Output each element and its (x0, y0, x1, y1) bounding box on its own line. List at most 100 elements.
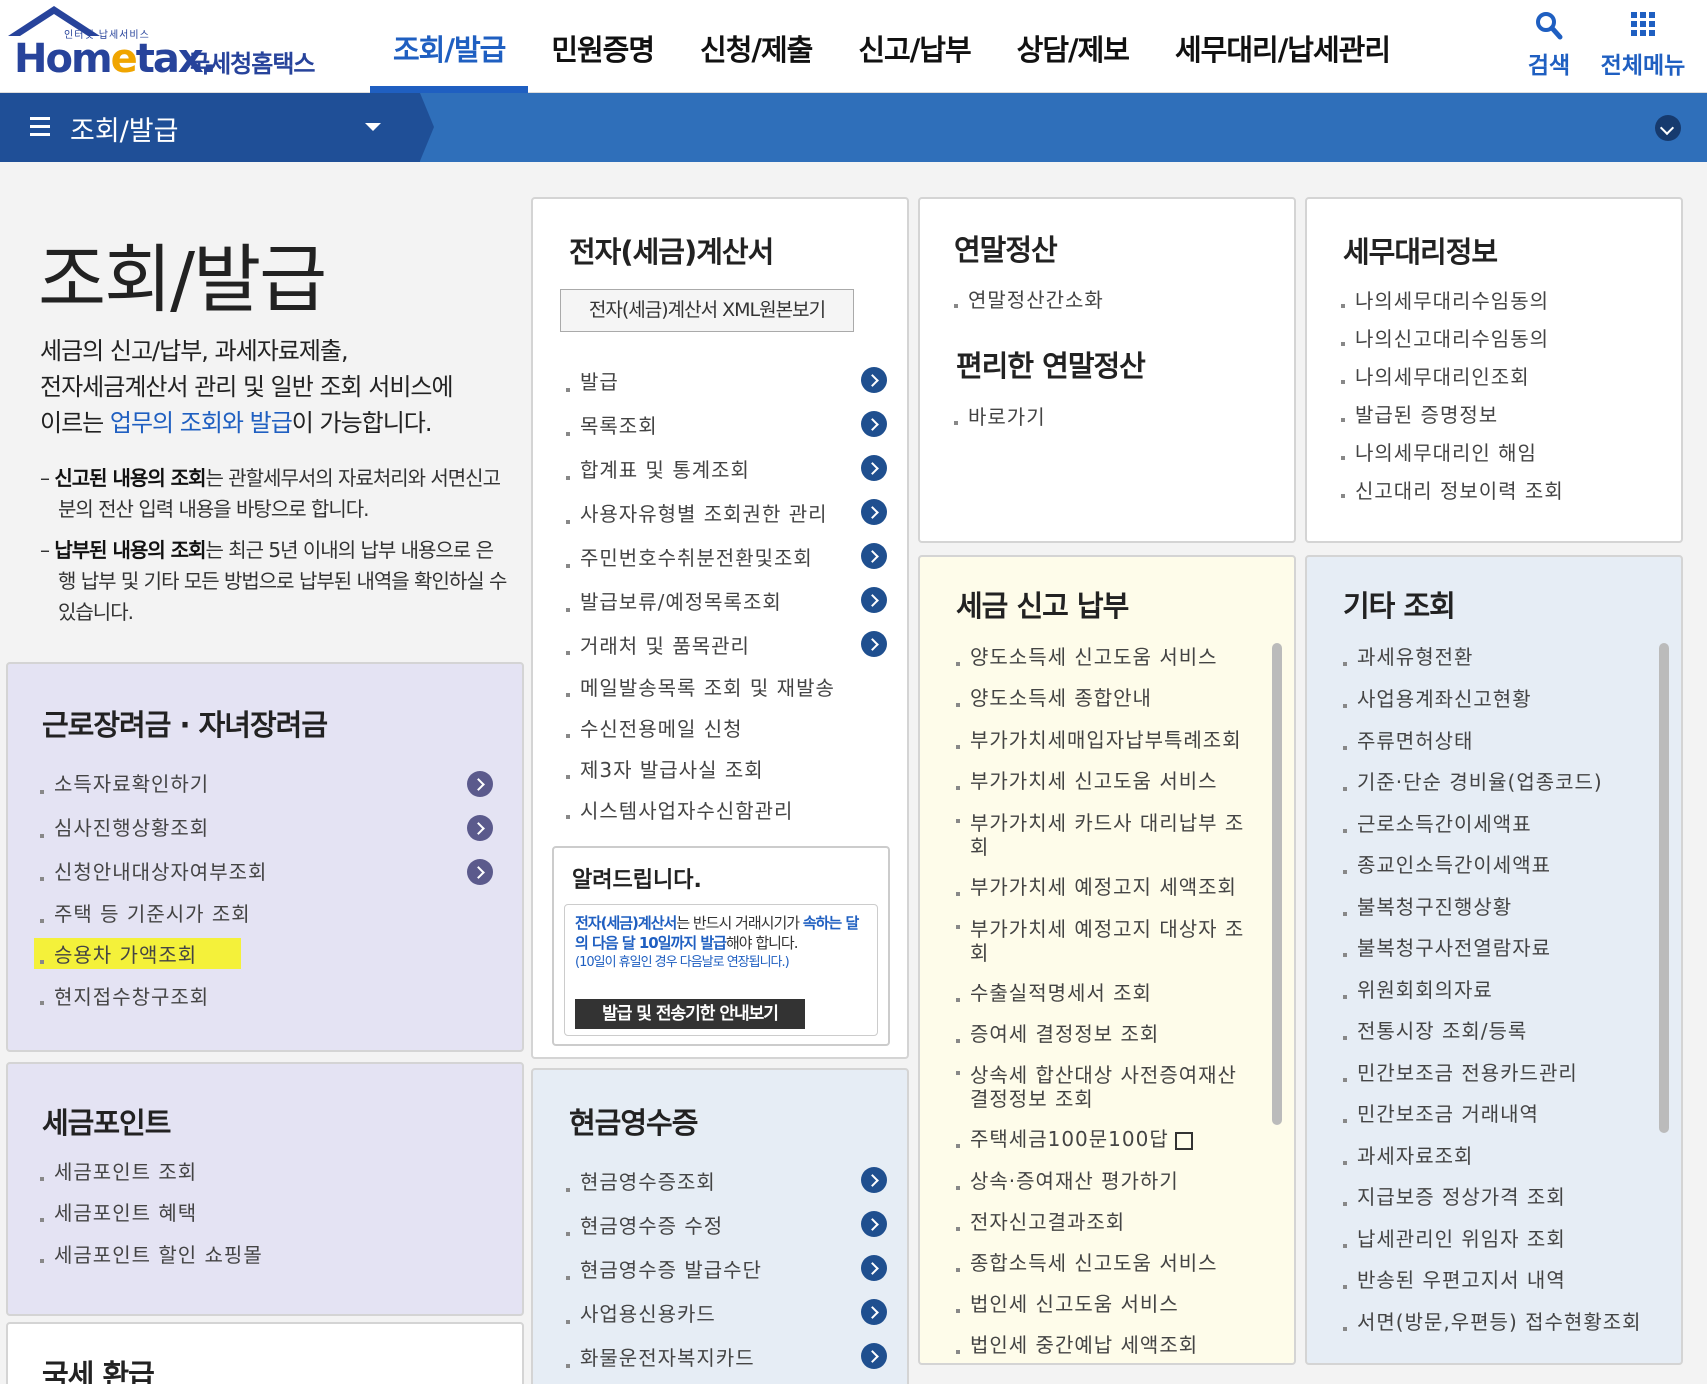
arrow-right-icon[interactable] (861, 631, 887, 657)
xml-original-button[interactable]: 전자(세금)계산서 XML원본보기 (560, 289, 854, 332)
list-item[interactable]: 연말정산간소화 (954, 284, 1104, 324)
arrow-right-icon[interactable] (861, 455, 887, 481)
list-item[interactable]: 승용차 가액조회 (40, 939, 267, 981)
list-item[interactable]: 바로가기 (954, 401, 1046, 441)
list-item[interactable]: 발급 (566, 366, 835, 410)
list-item[interactable]: 부가가치세매입자납부특례조회 (956, 724, 1244, 765)
list-item-cont[interactable]: 회 (956, 937, 1244, 977)
list-item[interactable]: 현금영수증조회 (566, 1166, 762, 1210)
list-item[interactable]: 과세유형전환 (1343, 641, 1642, 683)
list-item[interactable]: 심사진행상황조회 (40, 812, 267, 856)
list-item[interactable]: 주택세금100문100답 (956, 1123, 1244, 1165)
list-item[interactable]: 세금포인트 할인 쇼핑몰 (40, 1239, 263, 1279)
arrow-right-icon[interactable] (861, 1299, 887, 1325)
list-item[interactable]: 반송된 우편고지서 내역 (1343, 1264, 1642, 1306)
note-paid: – 납부된 내용의 조회는 최근 5년 이내의 납부 내용으로 은행 납부 및 … (40, 538, 507, 624)
list-item[interactable]: 현금영수증 수정 (566, 1210, 762, 1254)
list-item[interactable]: 부가가치세 예정고지 세액조회 (956, 871, 1244, 913)
list-item[interactable]: 사업용신용카드 (566, 1298, 762, 1342)
nav-lookup-issue[interactable]: 조회/발급 (370, 0, 529, 93)
list-item[interactable]: 주류면허상태 (1343, 725, 1642, 766)
list-item[interactable]: 사용자유형별 조회권한 관리 (566, 498, 835, 542)
arrow-right-icon[interactable] (861, 1167, 887, 1193)
list-item[interactable]: 법인세 중간예납 세액조회 (956, 1329, 1244, 1363)
arrow-right-icon[interactable] (861, 411, 887, 437)
all-menu-button[interactable]: 전체메뉴 (1600, 10, 1686, 80)
list-item[interactable]: 민간보조금 전용카드관리 (1343, 1057, 1642, 1098)
list-item[interactable]: 신청안내대상자여부조회 (40, 856, 267, 898)
list-item[interactable]: 근로소득간이세액표 (1343, 808, 1642, 849)
scrollbar[interactable] (1272, 643, 1282, 1125)
list-item[interactable]: 양도소득세 종합안내 (956, 682, 1244, 724)
list-item[interactable]: 과세자료조회 (1343, 1140, 1642, 1181)
list-item[interactable]: 제3자 발급사실 조회 (566, 754, 835, 795)
list-item[interactable]: 나의세무대리인조회 (1341, 361, 1564, 399)
list-item[interactable]: 주민번호수취분전환및조회 (566, 542, 835, 586)
list-item[interactable]: 수출실적명세서 조회 (956, 977, 1244, 1018)
list-item[interactable]: 신고대리 정보이력 조회 (1341, 475, 1564, 513)
list-item[interactable]: 발급보류/예정목록조회 (566, 586, 835, 630)
list-item[interactable]: 현금영수증 발급수단 (566, 1254, 762, 1298)
list-item[interactable]: 증여세 결정정보 조회 (956, 1018, 1244, 1059)
list-item[interactable]: 전자신고결과조회 (956, 1206, 1244, 1247)
list-item[interactable]: 나의신고대리수임동의 (1341, 323, 1564, 361)
chevron-down-icon[interactable] (1655, 115, 1681, 141)
nav-apply-submit[interactable]: 신청/제출 (677, 0, 835, 93)
hometax-logo[interactable]: 인터넷 납세서비스 Hometax. 국세청홈택스 (4, 4, 334, 88)
list-item[interactable]: 법인세 신고도움 서비스 (956, 1288, 1244, 1329)
list-item[interactable]: 불복청구사전열람자료 (1343, 932, 1642, 974)
list-item[interactable]: 위원회회의자료 (1343, 974, 1642, 1015)
nav-report-pay[interactable]: 신고/납부 (835, 0, 993, 93)
list-item[interactable]: 부가가치세 신고도움 서비스 (956, 765, 1244, 807)
list-item[interactable]: 기준·단순 경비율(업종코드) (1343, 766, 1642, 808)
sub-nav-dropdown[interactable]: 조회/발급 (0, 93, 434, 162)
arrow-right-icon[interactable] (861, 1211, 887, 1237)
arrow-right-icon[interactable] (861, 587, 887, 613)
nav-consult-report[interactable]: 상담/제보 (994, 0, 1152, 93)
list-item[interactable]: 부가가치세 예정고지 대상자 조 (956, 913, 1244, 941)
list-item[interactable]: 종교인소득간이세액표 (1343, 849, 1642, 891)
list-item[interactable]: 발급된 증명정보 (1341, 399, 1564, 437)
list-item[interactable]: 나의세무대리수임동의 (1341, 285, 1564, 323)
list-item[interactable]: 전통시장 조회/등록 (1343, 1015, 1642, 1057)
list-item[interactable]: 상속세 합산대상 사전증여재산 (956, 1059, 1244, 1087)
list-item[interactable]: 사업용계좌신고현황 (1343, 683, 1642, 725)
list-item[interactable]: 현지접수창구조회 (40, 981, 267, 1021)
list-item[interactable]: 서면(방문,우편등) 접수현황조회 (1343, 1306, 1642, 1347)
arrow-right-icon[interactable] (467, 771, 493, 797)
arrow-right-icon[interactable] (861, 367, 887, 393)
list-item[interactable]: 종합소득세 신고도움 서비스 (956, 1247, 1244, 1288)
list-item[interactable]: 거래처 및 품목관리 (566, 630, 835, 672)
arrow-right-icon[interactable] (861, 1255, 887, 1281)
deadline-guide-button[interactable]: 발급 및 전송기한 안내보기 (575, 999, 805, 1029)
list-item[interactable]: 수신전용메일 신청 (566, 713, 835, 754)
list-item[interactable]: 합계표 및 통계조회 (566, 454, 835, 498)
arrow-right-icon[interactable] (861, 1343, 887, 1369)
list-item[interactable]: 메일발송목록 조회 및 재발송 (566, 672, 835, 713)
list-item[interactable]: 소득자료확인하기 (40, 768, 267, 812)
nav-tax-agent[interactable]: 세무대리/납세관리 (1152, 0, 1413, 93)
scrollbar[interactable] (1659, 643, 1669, 1133)
arrow-right-icon[interactable] (861, 543, 887, 569)
list-item-cont[interactable]: 회 (956, 831, 1244, 871)
list-item[interactable]: 상속·증여재산 평가하기 (956, 1165, 1244, 1206)
list-item[interactable]: 지급보증 정상가격 조회 (1343, 1181, 1642, 1223)
list-item[interactable]: 시스템사업자수신함관리 (566, 795, 835, 835)
list-item[interactable]: 주택 등 기준시가 조회 (40, 898, 267, 939)
arrow-right-icon[interactable] (467, 815, 493, 841)
list-item[interactable]: 납세관리인 위임자 조회 (1343, 1223, 1642, 1264)
list-item[interactable]: 목록조회 (566, 410, 835, 454)
list-item[interactable]: 부가가치세 카드사 대리납부 조 (956, 807, 1244, 835)
list-item-cont[interactable]: 결정정보 조회 (956, 1083, 1244, 1123)
list-item[interactable]: 세금포인트 혜택 (40, 1197, 263, 1239)
nav-certificates[interactable]: 민원증명 (528, 0, 677, 93)
list-item[interactable]: 불복청구진행상황 (1343, 891, 1642, 932)
arrow-right-icon[interactable] (861, 499, 887, 525)
arrow-right-icon[interactable] (467, 859, 493, 885)
list-item[interactable]: 나의세무대리인 해임 (1341, 437, 1564, 475)
list-item[interactable]: 세금포인트 조회 (40, 1156, 263, 1197)
list-item[interactable]: 양도소득세 신고도움 서비스 (956, 641, 1244, 682)
list-item[interactable]: 화물운전자복지카드 (566, 1342, 762, 1384)
search-button[interactable]: 검색 (1526, 10, 1572, 80)
list-item[interactable]: 민간보조금 거래내역 (1343, 1098, 1642, 1140)
